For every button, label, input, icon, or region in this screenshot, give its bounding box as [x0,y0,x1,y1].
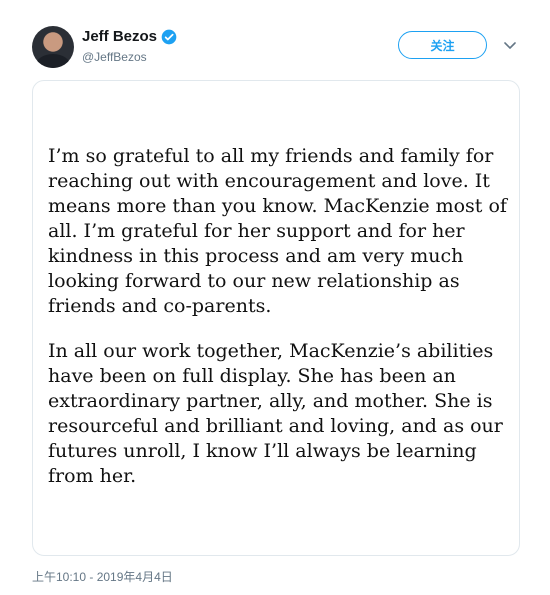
author-display-name[interactable]: Jeff Bezos [82,28,157,46]
statement-text: I’m so grateful to all my friends and fa… [48,144,508,509]
author-name-row[interactable]: Jeff Bezos [82,28,177,46]
tweet-timestamp[interactable]: 上午10:10 - 2019年4月4日 [32,570,173,585]
chevron-down-icon[interactable] [502,37,518,53]
statement-paragraph-2: In all our work together, MacKenzie’s ab… [48,340,503,487]
avatar[interactable] [32,26,74,68]
author-handle[interactable]: @JeffBezos [82,50,147,65]
avatar-shoulders [36,54,70,68]
statement-paragraph-1: I’m so grateful to all my friends and fa… [48,145,507,317]
verified-badge-icon [161,29,177,45]
follow-button[interactable]: 关注 [398,31,487,59]
